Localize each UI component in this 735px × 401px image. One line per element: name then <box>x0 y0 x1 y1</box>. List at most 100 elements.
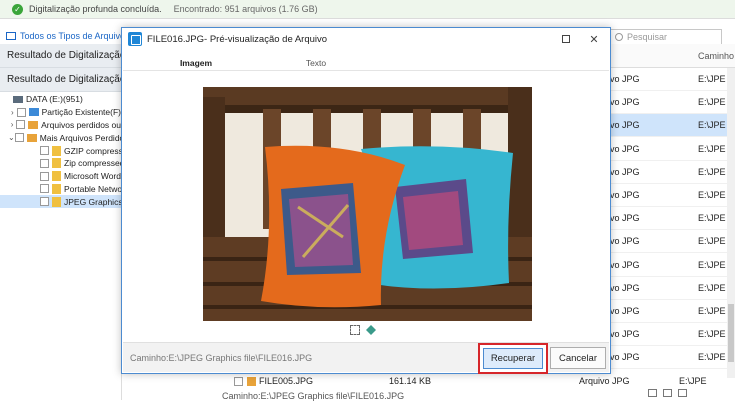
close-button[interactable]: ✕ <box>587 32 601 46</box>
table-row[interactable]: vo JPG E:\JPE <box>610 277 735 300</box>
file-type-cell: vo JPG <box>610 259 640 270</box>
tab-image[interactable]: Imagem <box>136 55 256 70</box>
table-row[interactable]: vo JPG E:\JPE <box>610 114 735 138</box>
tree-item[interactable]: DATA (E:)(951) <box>0 93 121 106</box>
folder-icon <box>26 133 37 142</box>
dialog-footer: Caminho:E:\JPEG Graphics file\FILE016.JP… <box>123 342 609 374</box>
expand-arrow-icon[interactable]: › <box>8 108 17 117</box>
table-row[interactable]: FILE005.JPG 161.14 KB Arquivo JPG E:\JPE <box>220 374 735 388</box>
scan-result-tab[interactable]: Resultado de Digitalização <box>0 44 121 68</box>
table-row[interactable]: vo JPG E:\JPE <box>610 68 735 91</box>
file-path: E:\JPE <box>679 376 707 386</box>
column-header-path[interactable]: Caminho <box>610 44 735 68</box>
table-row[interactable]: vo JPG E:\JPE <box>610 230 735 254</box>
table-row[interactable]: vo JPG E:\JPE <box>610 346 735 370</box>
cancel-button[interactable]: Cancelar <box>550 347 606 369</box>
app-icon <box>128 32 142 46</box>
file-path-cell: E:\JPE <box>698 190 726 200</box>
file-path-cell: E:\JPE <box>698 120 726 131</box>
cushions-photo <box>203 87 532 321</box>
expand-arrow-icon[interactable]: › <box>8 120 16 129</box>
tree-item-label: Zip compressed <box>64 158 121 169</box>
found-count: Encontrado: 951 arquivos (1.76 GB) <box>173 4 318 14</box>
tree-item[interactable]: ⌄ Mais Arquivos Perdidos <box>0 131 121 144</box>
expand-arrow-icon[interactable]: ⌄ <box>8 133 15 142</box>
file-type-cell: vo JPG <box>610 306 640 316</box>
close-icon: ✕ <box>589 32 599 46</box>
recover-button[interactable]: Recuperar <box>483 348 543 369</box>
tree-item-label: Microsoft Word <box>64 171 121 182</box>
table-row[interactable]: vo JPG E:\JPE <box>610 161 735 184</box>
scroll-thumb[interactable] <box>728 304 734 362</box>
file-type-cell: vo JPG <box>610 352 640 363</box>
file-path-cell: E:\JPE <box>698 352 726 363</box>
tree-checkbox[interactable] <box>40 158 49 168</box>
search-icon <box>615 33 623 41</box>
file-types-tab[interactable]: Todos os Tipos de Arquivo <box>20 31 125 41</box>
maximize-icon <box>562 35 570 43</box>
list-view-icon[interactable] <box>663 389 672 397</box>
search-input[interactable]: Pesquisar <box>610 29 722 45</box>
tree-checkbox[interactable] <box>40 146 49 156</box>
file-size: 161.14 KB <box>389 376 432 386</box>
table-row[interactable]: vo JPG E:\JPE <box>610 207 735 231</box>
dialog-title: FILE016.JPG- Pré-visualização de Arquivo <box>147 33 328 45</box>
maximize-button[interactable] <box>559 32 573 46</box>
tree-checkbox[interactable] <box>14 133 24 143</box>
tree-checkbox[interactable] <box>16 120 26 130</box>
tree-item-label: GZIP compressed <box>64 145 121 156</box>
fit-to-window-icon[interactable] <box>350 325 360 335</box>
file-type-cell: vo JPG <box>610 143 640 154</box>
table-row[interactable]: vo JPG E:\JPE <box>610 300 735 323</box>
vertical-scrollbar[interactable] <box>727 68 735 378</box>
table-row[interactable]: vo JPG E:\JPE <box>610 91 735 115</box>
file-type-filter[interactable]: Todos os Tipos de Arquivo <box>0 28 125 44</box>
tree-checkbox[interactable] <box>16 107 26 117</box>
file-type-cell: vo JPG <box>610 120 640 131</box>
search-placeholder: Pesquisar <box>627 32 668 42</box>
tree-item[interactable]: › Partição Existente(F) <box>0 106 121 119</box>
dialog-titlebar[interactable]: FILE016.JPG- Pré-visualização de Arquivo <box>122 28 610 50</box>
tree-checkbox[interactable] <box>40 171 49 181</box>
file-path-cell: E:\JPE <box>698 236 726 247</box>
table-row[interactable]: vo JPG E:\JPE <box>610 138 735 161</box>
check-circle-icon: ✓ <box>12 3 23 15</box>
status-text: Digitalização profunda concluída. <box>29 4 162 14</box>
tree-checkbox[interactable] <box>40 184 49 194</box>
file-icon <box>52 171 61 182</box>
tree-item-label: Arquivos perdidos ou <box>41 119 121 130</box>
tree-item[interactable]: Portable Network <box>0 183 121 196</box>
tree-item[interactable]: Zip compressed <box>0 157 121 170</box>
tree-item[interactable]: Microsoft Word <box>0 170 121 183</box>
preview-tabs: Imagem Texto <box>123 55 609 71</box>
eye-icon[interactable] <box>648 389 657 397</box>
file-path-cell: E:\JPE <box>698 259 726 270</box>
table-row[interactable]: vo JPG E:\JPE <box>610 254 735 277</box>
file-icon <box>52 196 61 207</box>
file-type-cell: vo JPG <box>610 236 640 247</box>
tree-checkbox[interactable] <box>40 197 49 207</box>
tree-item[interactable]: JPEG Graphics <box>0 195 121 209</box>
table-row[interactable]: vo JPG E:\JPE <box>610 323 735 347</box>
rotate-icon[interactable] <box>366 325 376 335</box>
file-path-cell: E:\JPE <box>698 74 726 84</box>
table-row[interactable]: vo JPG E:\JPE <box>610 184 735 207</box>
tree-item[interactable]: › Arquivos perdidos ou <box>0 119 121 132</box>
row-checkbox[interactable] <box>234 376 243 386</box>
file-path-cell: E:\JPE <box>698 213 726 224</box>
file-path-cell: E:\JPE <box>698 143 726 154</box>
sidebar: Resultado de Digitalização Resultado de … <box>0 44 122 400</box>
scan-result-tab[interactable]: Resultado de Digitalização <box>0 68 121 92</box>
tree-item[interactable]: GZIP compressed <box>0 144 121 157</box>
file-type-cell: vo JPG <box>610 190 640 200</box>
file-type-cell: vo JPG <box>610 97 640 108</box>
tab-text[interactable]: Texto <box>256 55 376 70</box>
tree-item-label: Portable Network <box>64 183 121 194</box>
file-path-cell: E:\JPE <box>698 282 726 293</box>
file-type-cell: vo JPG <box>610 282 640 293</box>
file-path-cell: E:\JPE <box>698 166 726 177</box>
folder-icon <box>28 120 39 129</box>
grid-view-icon[interactable] <box>678 389 687 397</box>
file-icon <box>52 145 61 156</box>
tree-item-label: Partição Existente(F) <box>41 107 121 118</box>
